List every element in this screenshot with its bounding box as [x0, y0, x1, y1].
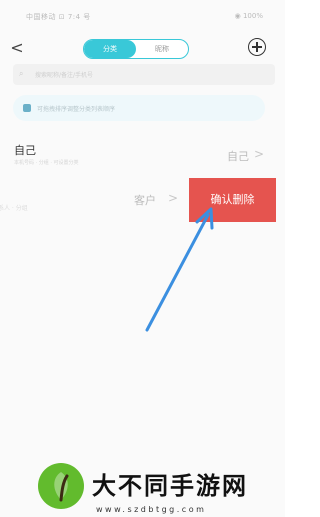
segmented-control: 分类 昵称	[83, 39, 189, 59]
list-item-swiped[interactable]: 联系人 · 分组 客户 > 确认删除	[0, 178, 285, 222]
chevron-right-icon: >	[168, 191, 179, 205]
chevron-right-icon: >	[253, 147, 264, 161]
search-placeholder: 搜索昵称/备注/手机号	[35, 72, 94, 79]
list-item-subtitle: 本机号码 · 分组 · 可设置分类	[14, 160, 79, 166]
back-button[interactable]: <	[8, 38, 26, 58]
notice-banner: 可拖拽排序调整分类列表顺序	[13, 95, 265, 121]
add-icon[interactable]	[248, 38, 266, 56]
search-icon: ⌕	[19, 69, 24, 78]
status-bar: 中国移动 ⊡ 7:4 号 ◉ 100%	[0, 8, 285, 24]
status-carrier: 中国移动 ⊡ 7:4 号	[26, 13, 91, 21]
screen: 中国移动 ⊡ 7:4 号 ◉ 100% < 分类 昵称 ⌕ 搜索昵称/备注/手机…	[0, 0, 285, 517]
search-input[interactable]: ⌕ 搜索昵称/备注/手机号	[13, 64, 275, 85]
list-item-subtitle: 联系人 · 分组	[0, 205, 28, 212]
brand-url: www.szdbtgg.com	[96, 505, 207, 514]
tab-category[interactable]: 分类	[84, 40, 136, 58]
confirm-delete-button[interactable]: 确认删除	[189, 178, 276, 222]
tab-nickname[interactable]: 昵称	[136, 40, 188, 58]
watermark: 大不同手游网 www.szdbtgg.com	[0, 455, 285, 517]
list-item-value: 自己	[227, 150, 249, 163]
brand-text: 大不同手游网	[92, 472, 248, 500]
leaf-icon	[54, 472, 69, 502]
list-item-self[interactable]: 自己 本机号码 · 分组 · 可设置分类 自己 >	[0, 138, 285, 174]
notice-text: 可拖拽排序调整分类列表顺序	[37, 106, 116, 113]
notice-icon	[23, 104, 31, 112]
nav-bar: < 分类 昵称	[0, 36, 285, 62]
status-battery: ◉ 100%	[234, 12, 263, 20]
list-item-value: 客户	[134, 194, 156, 207]
list-item-title: 自己	[14, 144, 36, 157]
